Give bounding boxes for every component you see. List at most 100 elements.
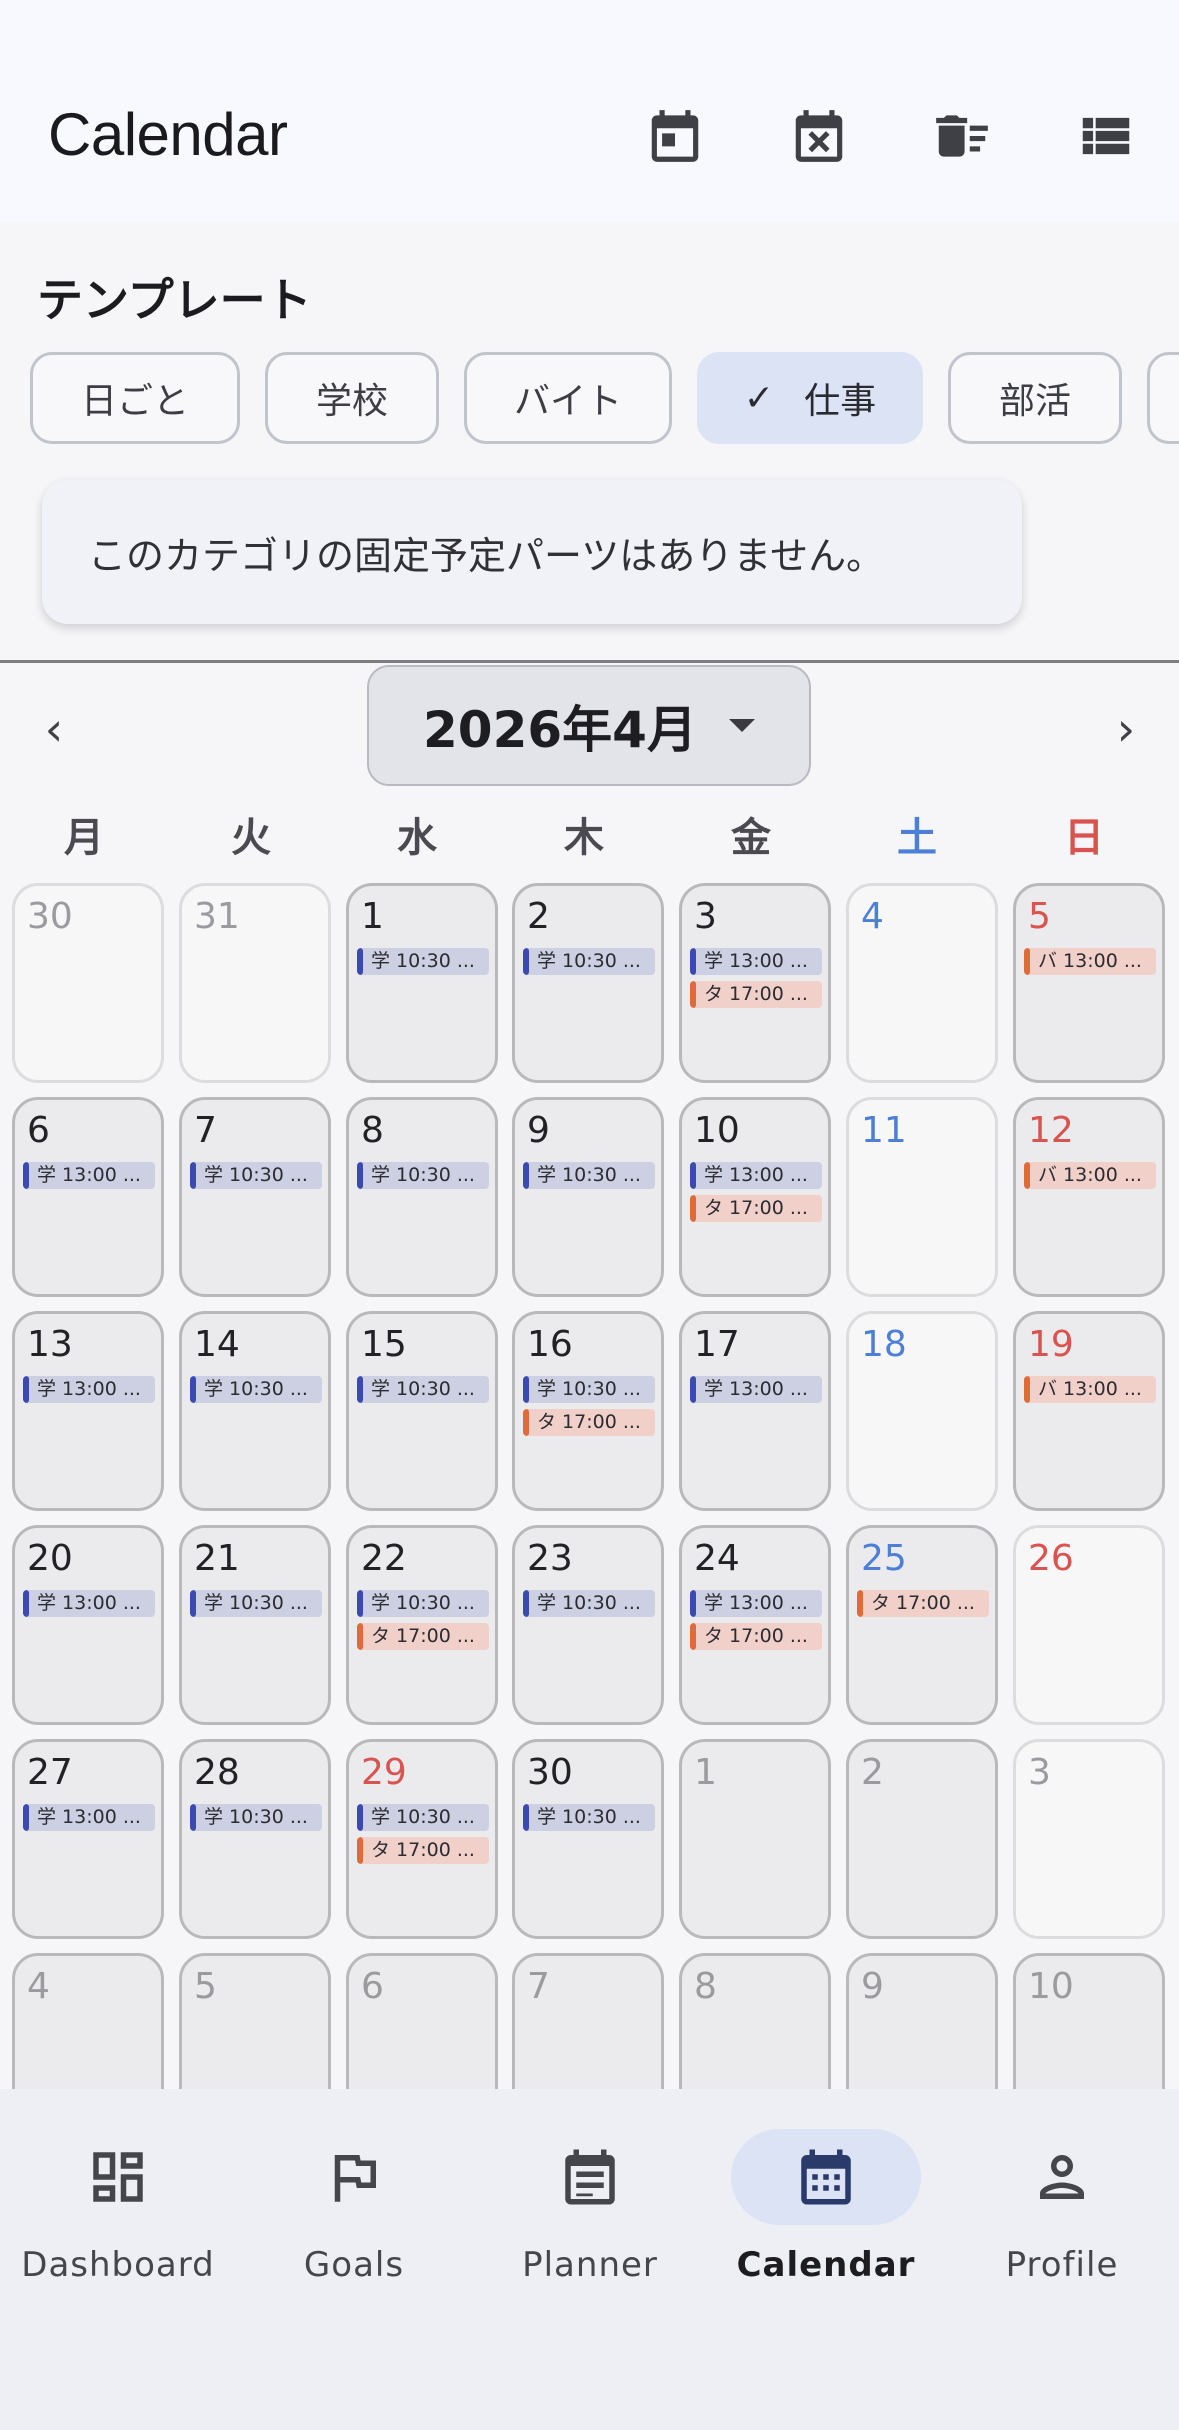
list-view-button[interactable] <box>1066 96 1146 176</box>
event-chip[interactable]: 学 10:30 ... <box>190 1162 322 1189</box>
day-cell[interactable]: 15 学 10:30 ... <box>346 1311 498 1511</box>
day-cell[interactable]: 4 <box>846 883 998 1083</box>
event-chip[interactable]: 学 10:30 ... <box>357 1804 489 1831</box>
today-button[interactable] <box>635 96 715 176</box>
day-cell[interactable]: 5 バ 13:00 ... <box>1013 883 1165 1083</box>
day-cell[interactable]: 29 学 10:30 ... タ 17:00 ... <box>346 1739 498 1939</box>
event-chip[interactable]: 学 10:30 ... <box>190 1804 322 1831</box>
day-cell[interactable]: 23 学 10:30 ... <box>512 1525 664 1725</box>
day-cell[interactable]: 7 <box>512 1953 664 2089</box>
event-chip[interactable]: 学 13:00 ... <box>690 1162 822 1189</box>
chip-more[interactable] <box>1147 352 1179 444</box>
day-cell[interactable]: 26 <box>1013 1525 1165 1725</box>
day-cell[interactable]: 1 学 10:30 ... <box>346 883 498 1083</box>
day-cell[interactable]: 27 学 13:00 ... <box>12 1739 164 1939</box>
event-chip[interactable]: バ 13:00 ... <box>1024 948 1156 975</box>
day-cell[interactable]: 9 <box>846 1953 998 2089</box>
clear-day-button[interactable] <box>779 96 859 176</box>
delete-sweep-button[interactable] <box>922 96 1002 176</box>
day-cell[interactable]: 31 <box>179 883 331 1083</box>
prev-month-button[interactable]: ‹ <box>24 699 84 759</box>
day-cell[interactable]: 18 <box>846 1311 998 1511</box>
event-chip[interactable]: タ 17:00 ... <box>857 1590 989 1617</box>
day-cell[interactable]: 25 タ 17:00 ... <box>846 1525 998 1725</box>
event-chip[interactable]: 学 10:30 ... <box>357 1590 489 1617</box>
day-number: 4 <box>861 896 884 937</box>
event-chip[interactable]: 学 10:30 ... <box>523 1162 655 1189</box>
day-cell[interactable]: 1 <box>679 1739 831 1939</box>
day-cell[interactable]: 3 <box>1013 1739 1165 1939</box>
event-chip[interactable]: 学 10:30 ... <box>523 948 655 975</box>
day-cell[interactable]: 5 <box>179 1953 331 2089</box>
chip-club[interactable]: 部活 <box>948 352 1122 444</box>
day-cell[interactable]: 17 学 13:00 ... <box>679 1311 831 1511</box>
day-cell[interactable]: 12 バ 13:00 ... <box>1013 1097 1165 1297</box>
day-cell[interactable]: 6 学 13:00 ... <box>12 1097 164 1297</box>
calendar-clear-icon <box>795 110 843 162</box>
weekday-sat: 土 <box>897 815 937 861</box>
day-number: 9 <box>861 1966 884 2007</box>
day-cell[interactable]: 14 学 10:30 ... <box>179 1311 331 1511</box>
day-cell[interactable]: 24 学 13:00 ... タ 17:00 ... <box>679 1525 831 1725</box>
day-cell[interactable]: 13 学 13:00 ... <box>12 1311 164 1511</box>
event-chip[interactable]: 学 10:30 ... <box>190 1590 322 1617</box>
day-cell[interactable]: 7 学 10:30 ... <box>179 1097 331 1297</box>
event-chip[interactable]: 学 10:30 ... <box>190 1376 322 1403</box>
event-chip[interactable]: 学 10:30 ... <box>357 1376 489 1403</box>
event-chip[interactable]: 学 10:30 ... <box>357 948 489 975</box>
nav-planner[interactable]: Planner <box>472 2129 708 2289</box>
event-chip[interactable]: 学 10:30 ... <box>523 1804 655 1831</box>
nav-calendar[interactable]: Calendar <box>708 2129 944 2289</box>
day-cell[interactable]: 11 <box>846 1097 998 1297</box>
day-cell[interactable]: 8 学 10:30 ... <box>346 1097 498 1297</box>
day-cell[interactable]: 2 <box>846 1739 998 1939</box>
nav-profile[interactable]: Profile <box>944 2129 1179 2289</box>
day-cell[interactable]: 10 <box>1013 1953 1165 2089</box>
event-chip[interactable]: バ 13:00 ... <box>1024 1162 1156 1189</box>
event-chip[interactable]: 学 13:00 ... <box>23 1804 155 1831</box>
event-chip[interactable]: 学 10:30 ... <box>523 1376 655 1403</box>
day-cell[interactable]: 19 バ 13:00 ... <box>1013 1311 1165 1511</box>
day-cell[interactable]: 20 学 13:00 ... <box>12 1525 164 1725</box>
event-chip[interactable]: バ 13:00 ... <box>1024 1376 1156 1403</box>
day-cell[interactable]: 21 学 10:30 ... <box>179 1525 331 1725</box>
day-cell[interactable]: 6 <box>346 1953 498 2089</box>
day-cell[interactable]: 28 学 10:30 ... <box>179 1739 331 1939</box>
event-chip[interactable]: タ 17:00 ... <box>690 1195 822 1222</box>
next-month-button[interactable]: › <box>1096 699 1156 759</box>
day-cell[interactable]: 30 学 10:30 ... <box>512 1739 664 1939</box>
day-cell[interactable]: 30 <box>12 883 164 1083</box>
event-chip[interactable]: 学 10:30 ... <box>523 1590 655 1617</box>
event-chip[interactable]: タ 17:00 ... <box>690 981 822 1008</box>
event-chip[interactable]: 学 13:00 ... <box>23 1376 155 1403</box>
event-chip[interactable]: タ 17:00 ... <box>690 1623 822 1650</box>
day-cell[interactable]: 22 学 10:30 ... タ 17:00 ... <box>346 1525 498 1725</box>
day-cell[interactable]: 16 学 10:30 ... タ 17:00 ... <box>512 1311 664 1511</box>
event-chip[interactable]: タ 17:00 ... <box>357 1837 489 1864</box>
day-cell[interactable]: 8 <box>679 1953 831 2089</box>
month-selector[interactable]: 2026年4月 <box>367 665 811 786</box>
chip-daily[interactable]: 日ごと <box>30 352 240 444</box>
nav-dashboard[interactable]: Dashboard <box>0 2129 236 2289</box>
dropdown-icon <box>728 719 755 732</box>
event-chip[interactable]: 学 13:00 ... <box>23 1590 155 1617</box>
day-number: 30 <box>527 1752 573 1793</box>
chip-parttime[interactable]: バイト <box>464 352 672 444</box>
day-number: 12 <box>1028 1110 1074 1151</box>
event-chip[interactable]: 学 13:00 ... <box>690 1590 822 1617</box>
event-chip[interactable]: タ 17:00 ... <box>523 1409 655 1436</box>
day-cell[interactable]: 3 学 13:00 ... タ 17:00 ... <box>679 883 831 1083</box>
day-cell[interactable]: 10 学 13:00 ... タ 17:00 ... <box>679 1097 831 1297</box>
event-chip[interactable]: 学 13:00 ... <box>690 1376 822 1403</box>
event-chip[interactable]: 学 10:30 ... <box>357 1162 489 1189</box>
chip-school[interactable]: 学校 <box>265 352 439 444</box>
event-chip[interactable]: 学 13:00 ... <box>690 948 822 975</box>
event-chip[interactable]: 学 13:00 ... <box>23 1162 155 1189</box>
chevron-left-icon: ‹ <box>44 702 64 756</box>
nav-goals[interactable]: Goals <box>236 2129 472 2289</box>
day-cell[interactable]: 9 学 10:30 ... <box>512 1097 664 1297</box>
event-chip[interactable]: タ 17:00 ... <box>357 1623 489 1650</box>
day-cell[interactable]: 4 <box>12 1953 164 2089</box>
day-cell[interactable]: 2 学 10:30 ... <box>512 883 664 1083</box>
chip-work[interactable]: ✓ 仕事 <box>697 352 923 444</box>
